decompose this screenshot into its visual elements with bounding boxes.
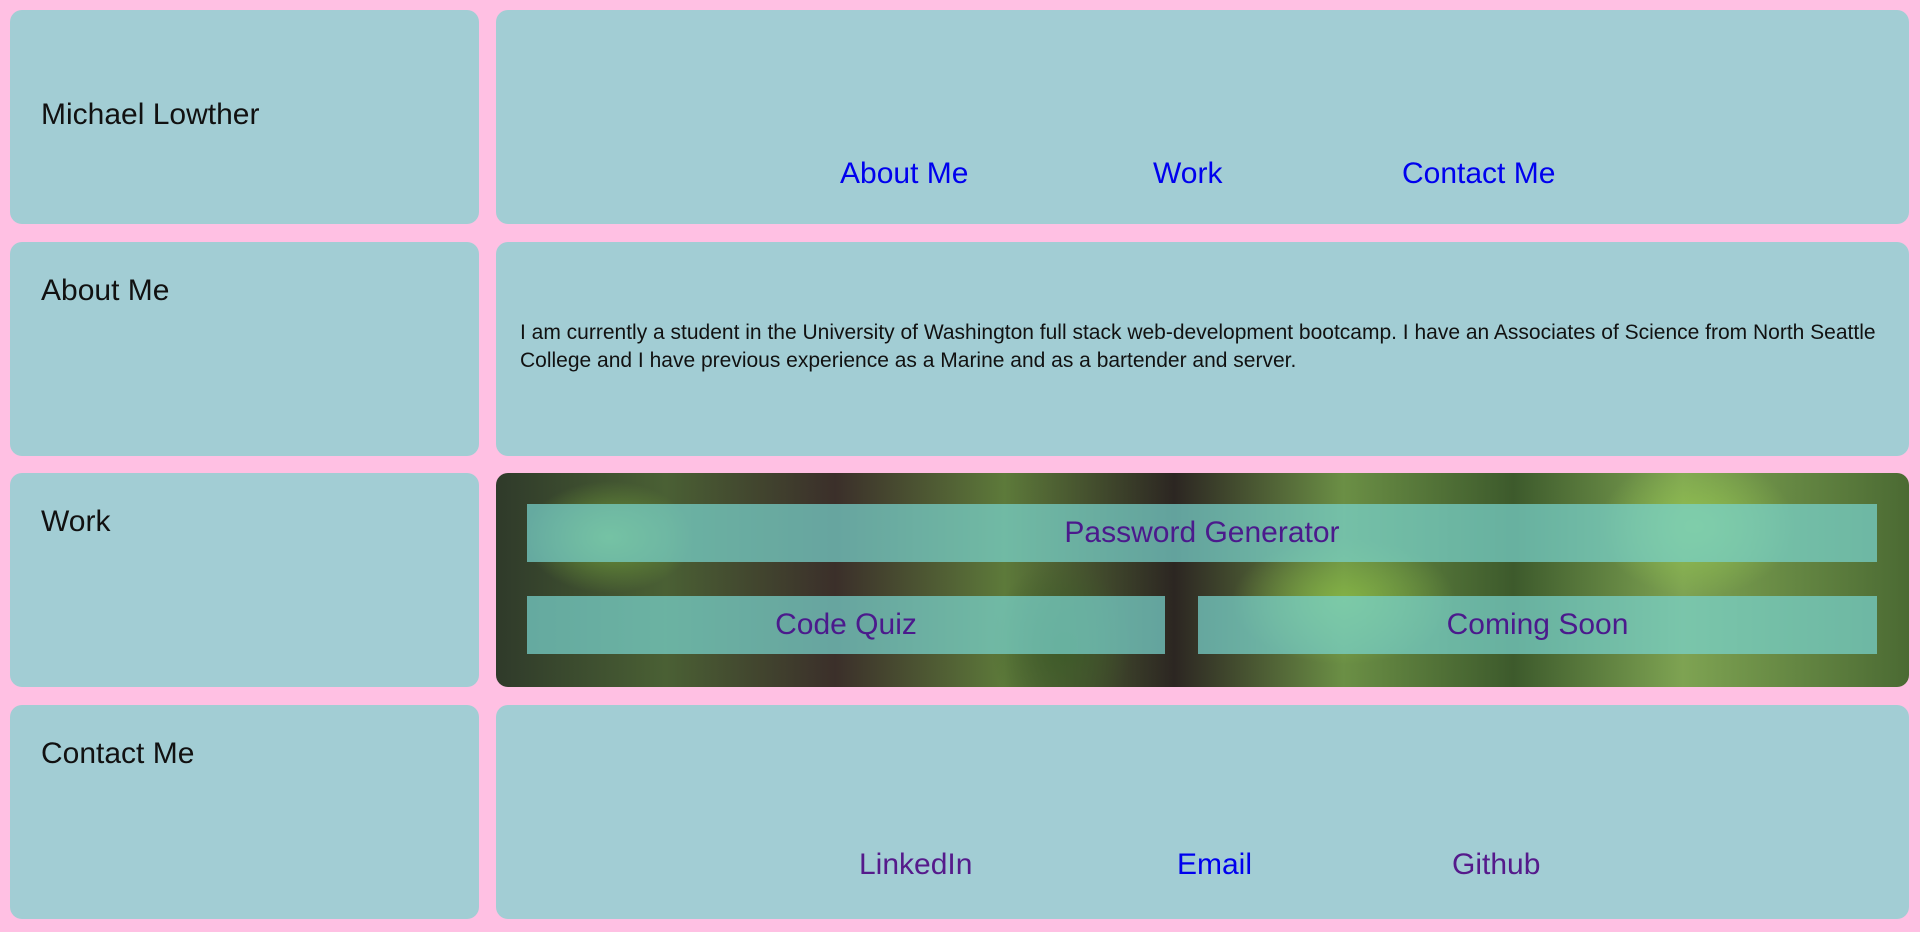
project-coming-soon[interactable]: Coming Soon [1198,596,1877,654]
project-password-generator[interactable]: Password Generator [527,504,1877,562]
contact-title-panel: Contact Me [10,705,479,919]
work-title-panel: Work [10,473,479,687]
site-owner-name: Michael Lowther [41,98,260,131]
about-content-panel: I am currently a student in the Universi… [496,242,1909,456]
project-code-quiz[interactable]: Code Quiz [527,596,1165,654]
contact-link-email[interactable]: Email [1177,848,1252,882]
name-panel: Michael Lowther [10,10,479,224]
contact-link-linkedin[interactable]: LinkedIn [859,848,972,882]
about-paragraph: I am currently a student in the Universi… [520,321,1876,372]
nav-link-work[interactable]: Work [1153,157,1222,191]
nav-panel: About Me Work Contact Me [496,10,1909,224]
nav-link-about-me[interactable]: About Me [840,157,968,191]
work-gallery-panel: Password Generator Code Quiz Coming Soon [496,473,1909,687]
contact-heading: Contact Me [41,737,195,770]
about-heading: About Me [41,274,170,307]
contact-link-github[interactable]: Github [1452,848,1540,882]
page-grid: Michael Lowther About Me Work Contact Me… [0,0,1920,932]
work-heading: Work [41,505,111,538]
contact-links-panel: LinkedIn Email Github [496,705,1909,919]
nav-link-contact-me[interactable]: Contact Me [1402,157,1555,191]
about-title-panel: About Me [10,242,479,456]
